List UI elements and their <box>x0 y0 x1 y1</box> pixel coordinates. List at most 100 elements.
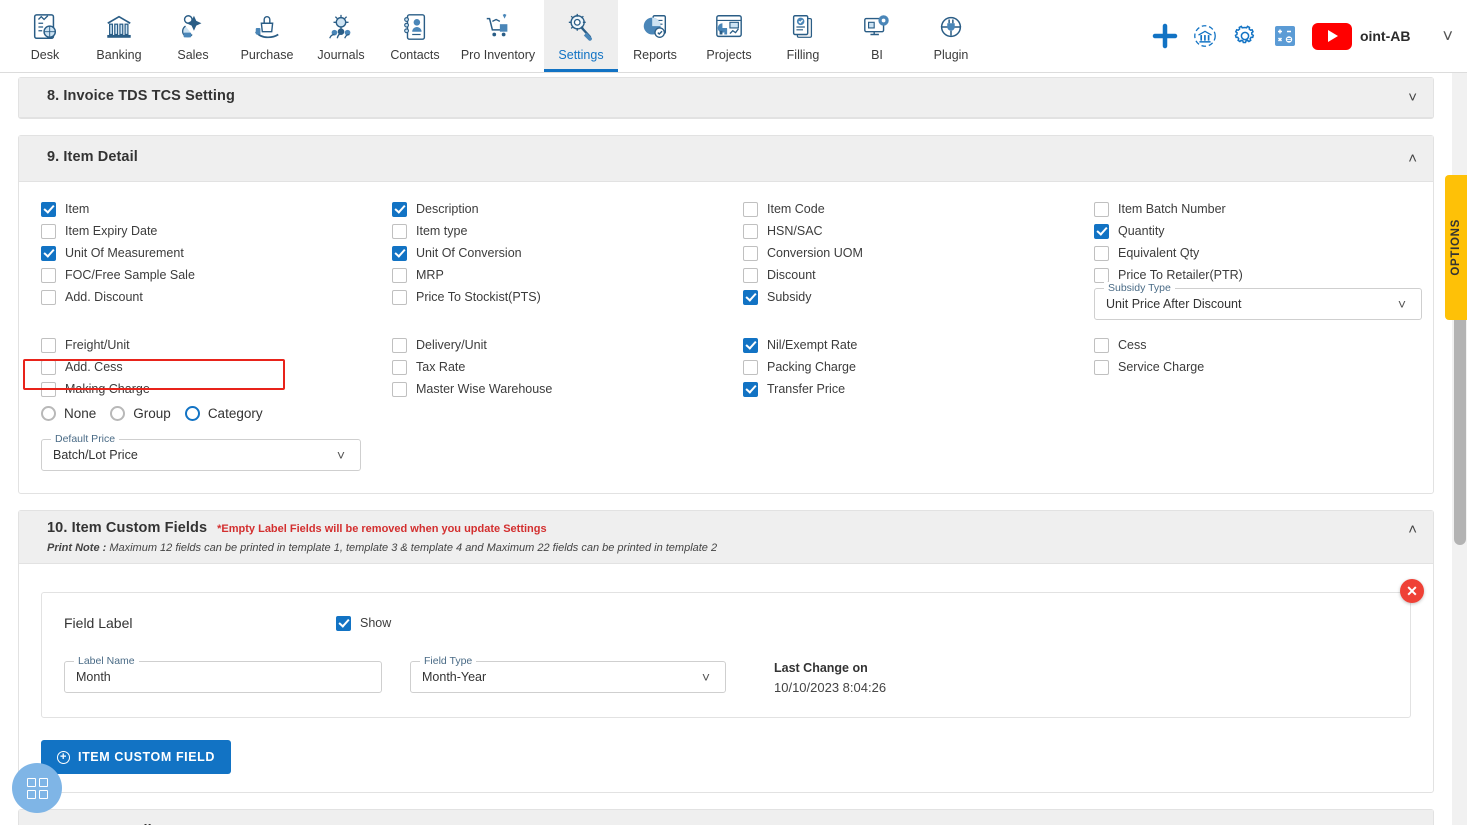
checkbox-box[interactable] <box>392 245 407 261</box>
checkbox-label[interactable]: Add. Cess <box>65 360 123 374</box>
checkbox-quantity[interactable]: Quantity <box>1094 220 1422 242</box>
plus-icon[interactable] <box>1152 23 1178 49</box>
nav-item-contacts[interactable]: Contacts <box>378 0 452 72</box>
settings-content-scroll[interactable]: 8. Invoice TDS TCS Setting ˅ 9. Item Det… <box>0 73 1452 825</box>
checkbox-item-expiry-date[interactable]: Item Expiry Date <box>41 220 392 242</box>
checkbox-box[interactable] <box>392 201 407 217</box>
chevron-up-icon[interactable]: ˄ <box>1408 149 1417 168</box>
show-label[interactable]: Show <box>360 616 391 630</box>
checkbox-label[interactable]: Packing Charge <box>767 360 856 374</box>
checkbox-tax-rate[interactable]: Tax Rate <box>392 356 743 378</box>
checkbox-box[interactable] <box>392 381 407 397</box>
checkbox-label[interactable]: Subsidy <box>767 290 811 304</box>
checkbox-unit-of-conversion[interactable]: Unit Of Conversion <box>392 242 743 264</box>
checkbox-label[interactable]: Discount <box>767 268 816 282</box>
chevron-down-icon[interactable]: ˅ <box>322 447 360 463</box>
nav-item-pro-inventory[interactable]: Pro Inventory <box>452 0 544 72</box>
label-name-input[interactable]: Label Name Month <box>64 655 382 693</box>
section-9-header[interactable]: 9. Item Detail ˄ <box>19 136 1433 182</box>
checkbox-label[interactable]: Price To Stockist(PTS) <box>416 290 541 304</box>
checkbox-making-charge[interactable]: Making Charge <box>41 378 392 400</box>
checkbox-box[interactable] <box>743 245 758 261</box>
checkbox-master-wise-warehouse[interactable]: Master Wise Warehouse <box>392 378 743 400</box>
checkbox-service-charge[interactable]: Service Charge <box>1094 356 1411 378</box>
radio-label[interactable]: Group <box>133 406 171 421</box>
checkbox-box[interactable] <box>41 223 56 239</box>
checkbox-delivery-per-unit[interactable]: Delivery/Unit <box>392 334 743 356</box>
nav-item-plugin[interactable]: Plugin <box>914 0 988 72</box>
radio-circle[interactable] <box>110 405 126 421</box>
checkbox-show[interactable] <box>336 615 351 631</box>
checkbox-label[interactable]: Tax Rate <box>416 360 465 374</box>
chevron-down-icon[interactable]: ˅ <box>1442 26 1453 47</box>
checkbox-label[interactable]: Nil/Exempt Rate <box>767 338 857 352</box>
checkbox-box[interactable] <box>41 201 56 217</box>
checkbox-box[interactable] <box>41 381 56 397</box>
checkbox-box[interactable] <box>1094 201 1109 217</box>
checkbox-label[interactable]: Equivalent Qty <box>1118 246 1199 260</box>
checkbox-label[interactable]: Conversion UOM <box>767 246 863 260</box>
gear-icon[interactable] <box>1232 23 1258 49</box>
checkbox-label[interactable]: FOC/Free Sample Sale <box>65 268 195 282</box>
checkbox-price-to-stockist[interactable]: Price To Stockist(PTS) <box>392 286 743 308</box>
checkbox-box[interactable] <box>41 337 56 353</box>
checkbox-item-type[interactable]: Item type <box>392 220 743 242</box>
checkbox-label[interactable]: Item Expiry Date <box>65 224 157 238</box>
checkbox-label[interactable]: Quantity <box>1118 224 1165 238</box>
radio-circle[interactable] <box>184 405 200 421</box>
nav-item-sales[interactable]: Sales <box>156 0 230 72</box>
nav-item-purchase[interactable]: Purchase <box>230 0 304 72</box>
checkbox-add-discount[interactable]: Add. Discount <box>41 286 392 308</box>
add-item-custom-field-button[interactable]: + ITEM CUSTOM FIELD <box>41 740 232 774</box>
checkbox-mrp[interactable]: MRP <box>392 264 743 286</box>
nav-item-projects[interactable]: Projects <box>692 0 766 72</box>
checkbox-box[interactable] <box>392 289 407 305</box>
checkbox-add-cess[interactable]: Add. Cess <box>41 356 392 378</box>
default-price-select[interactable]: Default Price Batch/Lot Price ˅ <box>41 433 361 471</box>
checkbox-conversion-uom[interactable]: Conversion UOM <box>743 242 1094 264</box>
checkbox-box[interactable] <box>1094 223 1109 239</box>
checkbox-label[interactable]: Transfer Price <box>767 382 845 396</box>
checkbox-label[interactable]: Item Code <box>767 202 825 216</box>
options-side-tab[interactable]: OPTIONS <box>1445 175 1467 320</box>
close-icon[interactable]: ✕ <box>1400 579 1424 603</box>
checkbox-equivalent-qty[interactable]: Equivalent Qty <box>1094 242 1422 264</box>
checkbox-label[interactable]: Making Charge <box>65 382 150 396</box>
checkbox-box[interactable] <box>743 359 758 375</box>
radio-category[interactable]: Category <box>184 405 263 421</box>
nav-item-journals[interactable]: Journals <box>304 0 378 72</box>
checkbox-box[interactable] <box>743 337 758 353</box>
checkbox-box[interactable] <box>743 289 758 305</box>
checkbox-item-batch-number[interactable]: Item Batch Number <box>1094 198 1422 220</box>
nav-item-filling[interactable]: Filling <box>766 0 840 72</box>
checkbox-label[interactable]: Unit Of Conversion <box>416 246 522 260</box>
checkbox-label[interactable]: Description <box>416 202 479 216</box>
checkbox-label[interactable]: Delivery/Unit <box>416 338 487 352</box>
checkbox-box[interactable] <box>743 223 758 239</box>
nav-item-reports[interactable]: Reports <box>618 0 692 72</box>
field-type-select[interactable]: Field Type Month-Year ˅ <box>410 655 726 693</box>
radio-label[interactable]: None <box>64 406 96 421</box>
checkbox-box[interactable] <box>743 201 758 217</box>
checkbox-label[interactable]: Cess <box>1118 338 1146 352</box>
checkbox-box[interactable] <box>392 267 407 283</box>
section-10-header[interactable]: 10. Item Custom Fields *Empty Label Fiel… <box>19 511 1433 564</box>
checkbox-box[interactable] <box>1094 245 1109 261</box>
checkbox-subsidy[interactable]: Subsidy <box>743 286 1094 308</box>
checkbox-box[interactable] <box>41 245 56 261</box>
checkbox-label[interactable]: Price To Retailer(PTR) <box>1118 268 1243 282</box>
nav-item-banking[interactable]: Banking <box>82 0 156 72</box>
nav-item-settings[interactable]: Settings <box>544 0 618 72</box>
checkbox-label[interactable]: Item type <box>416 224 467 238</box>
checkbox-box[interactable] <box>743 381 758 397</box>
youtube-play-icon[interactable] <box>1311 22 1352 50</box>
checkbox-item[interactable]: Item <box>41 198 392 220</box>
checkbox-freight-per-unit[interactable]: Freight/Unit <box>41 334 392 356</box>
chevron-up-icon[interactable]: ˄ <box>1408 520 1417 539</box>
checkbox-unit-of-measurement[interactable]: Unit Of Measurement <box>41 242 392 264</box>
checkbox-box[interactable] <box>1094 267 1109 283</box>
checkbox-box[interactable] <box>41 289 56 305</box>
section-11-header[interactable]: 11. Extra Detail ˄ <box>19 810 1433 825</box>
checkbox-discount[interactable]: Discount <box>743 264 1094 286</box>
checkbox-box[interactable] <box>743 267 758 283</box>
